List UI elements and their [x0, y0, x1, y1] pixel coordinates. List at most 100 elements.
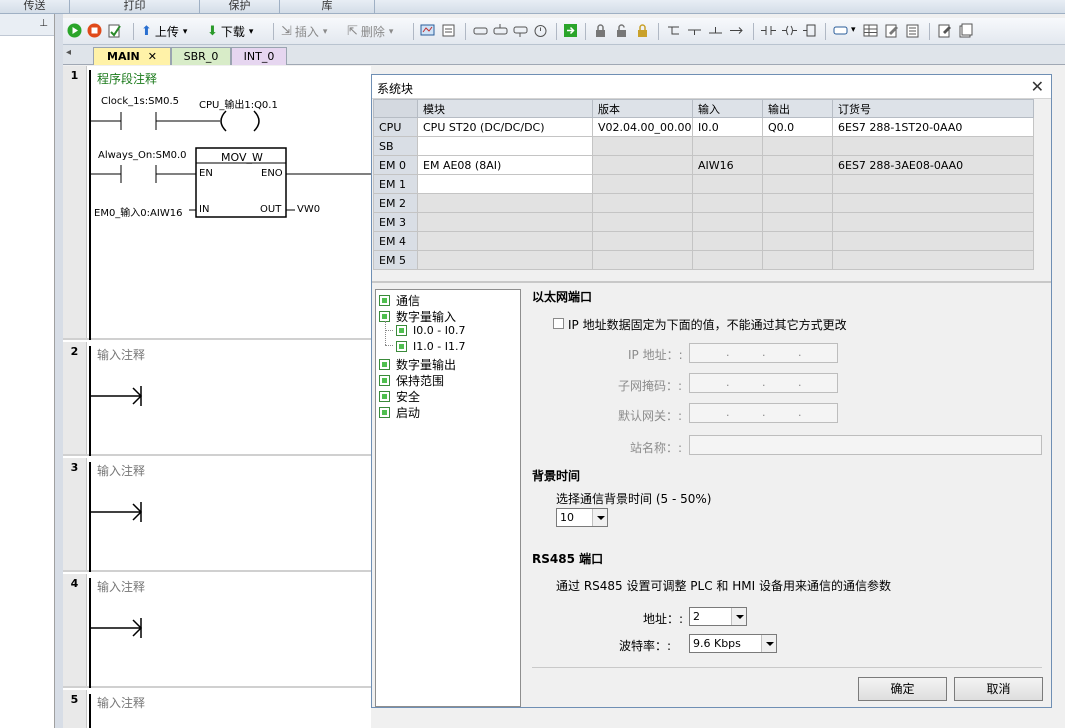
output-cell — [762, 155, 833, 175]
table-row[interactable]: CPU CPU ST20 (DC/DC/DC) V02.04.00_00.00.… — [373, 117, 1034, 137]
network-3[interactable]: 3 输入注释 — [63, 458, 371, 572]
network-comment[interactable]: 输入注释 — [97, 694, 145, 711]
rung-icon[interactable] — [473, 23, 488, 38]
delete-button[interactable]: ⇱ 删除 ▾ — [347, 22, 393, 41]
network-4[interactable]: 4 输入注释 — [63, 574, 371, 688]
run-icon[interactable] — [67, 23, 82, 38]
table-row[interactable]: EM 3 — [373, 212, 1034, 232]
tab-scroll-left-icon[interactable]: ◂ — [66, 47, 71, 58]
monitor-icon[interactable] — [420, 23, 435, 38]
baud-rate-select[interactable]: 9.6 Kbps — [689, 634, 777, 653]
table-row[interactable]: EM 5 — [373, 250, 1034, 270]
close-icon[interactable]: ✕ — [148, 50, 157, 63]
close-icon[interactable]: ✕ — [1031, 77, 1044, 96]
tree-node-icon — [396, 325, 407, 336]
table-row[interactable]: EM 1 — [373, 174, 1034, 194]
pou-icon[interactable] — [958, 23, 973, 38]
main-toolbar: ⬆ 上传 ▾ ⬇ 下载 ▾ ⇲ 插入 ▾ ⇱ 删除 ▾ ▾ — [63, 18, 1065, 45]
insert-button[interactable]: ⇲ 插入 ▾ — [281, 22, 327, 41]
network-5[interactable]: 5 输入注释 — [63, 690, 371, 728]
rung-up-icon[interactable] — [493, 23, 508, 38]
upload-button[interactable]: ⬆ 上传 ▾ — [141, 22, 187, 41]
order-cell — [832, 212, 1034, 232]
rung-down-icon[interactable] — [513, 23, 528, 38]
properties-icon[interactable] — [905, 23, 920, 38]
tree-item-startup[interactable]: 启动 — [379, 404, 420, 421]
password-icon[interactable] — [635, 23, 650, 38]
module-cell[interactable] — [417, 250, 593, 270]
gateway-field[interactable]: ... — [689, 403, 838, 423]
timer-icon[interactable] — [533, 23, 548, 38]
tab-sbr0[interactable]: SBR_0 — [171, 47, 231, 65]
background-time-select[interactable]: 10 — [556, 508, 608, 527]
status-chart-icon[interactable] — [441, 23, 456, 38]
output-cell — [762, 231, 833, 251]
tree-item-security[interactable]: 安全 — [379, 388, 420, 405]
table-row[interactable]: SB — [373, 136, 1034, 156]
ribbon-print[interactable]: 打印 — [70, 0, 200, 13]
ip-address-field[interactable]: ... — [689, 343, 838, 363]
table-row[interactable]: EM 4 — [373, 231, 1034, 251]
tree-item-di-range-0[interactable]: I0.0 - I0.7 — [396, 324, 465, 337]
ok-button[interactable]: 确定 — [858, 677, 947, 701]
chevron-down-icon[interactable]: ▾ — [851, 25, 856, 35]
edit-note-icon[interactable] — [884, 23, 899, 38]
tree-item-retentive[interactable]: 保持范围 — [379, 372, 444, 389]
branch-down-icon[interactable] — [666, 23, 681, 38]
download-button[interactable]: ⬇ 下载 ▾ — [207, 22, 253, 41]
coil-icon[interactable] — [782, 23, 797, 38]
project-tree-header: ⊥ — [0, 14, 54, 36]
ribbon-library[interactable]: 库 — [280, 0, 375, 13]
module-cell[interactable] — [417, 193, 593, 213]
compile-icon[interactable] — [107, 23, 122, 38]
input-cell — [692, 231, 763, 251]
ribbon-transfer[interactable]: 传送 — [0, 0, 70, 13]
module-cell[interactable] — [417, 231, 593, 251]
tab-main[interactable]: MAIN ✕ — [93, 47, 171, 65]
bookmark-icon[interactable] — [937, 23, 952, 38]
slot-label: EM 1 — [373, 174, 418, 194]
branch-line-up-icon[interactable] — [708, 23, 723, 38]
cancel-button[interactable]: 取消 — [954, 677, 1043, 701]
tree-item-digital-output[interactable]: 数字量输出 — [379, 356, 456, 373]
box-icon[interactable] — [803, 23, 818, 38]
line-right-icon[interactable] — [729, 23, 744, 38]
chevron-down-icon[interactable] — [592, 509, 607, 526]
module-cell[interactable] — [417, 212, 593, 232]
goto-icon[interactable] — [563, 23, 578, 38]
station-name-field[interactable] — [689, 435, 1042, 455]
module-cell[interactable] — [417, 136, 593, 156]
table-row[interactable]: EM 0 EM AE08 (8AI) AIW16 6ES7 288-3AE08-… — [373, 155, 1034, 175]
ribbon-protect[interactable]: 保护 — [200, 0, 280, 13]
branch-line-down-icon[interactable] — [687, 23, 702, 38]
lock-icon[interactable] — [593, 23, 608, 38]
comment-icon[interactable] — [833, 23, 848, 38]
unlock-icon[interactable] — [614, 23, 629, 38]
input-cell: AIW16 — [692, 155, 763, 175]
address-select[interactable]: 2 — [689, 607, 747, 626]
module-cell[interactable]: CPU ST20 (DC/DC/DC) — [417, 117, 593, 137]
contact-icon[interactable] — [761, 23, 776, 38]
symbol-table-icon[interactable] — [863, 23, 878, 38]
subnet-mask-field[interactable]: ... — [689, 373, 838, 393]
network-2[interactable]: 2 输入注释 — [63, 342, 371, 456]
module-cell[interactable] — [417, 174, 593, 194]
chevron-down-icon[interactable] — [731, 608, 746, 625]
ribbon-bar: 传送 打印 保护 库 — [0, 0, 1065, 14]
table-row[interactable]: EM 2 — [373, 193, 1034, 213]
pane-splitter[interactable] — [55, 14, 63, 728]
module-cell[interactable]: EM AE08 (8AI) — [417, 155, 593, 175]
tab-int0[interactable]: INT_0 — [231, 47, 287, 65]
power-rail — [89, 694, 91, 728]
ladder-editor[interactable]: 1 程序段注释 Clock_1s:SM0.5 CPU_输出1:Q0.1 Alwa… — [63, 66, 371, 728]
dialog-title-bar[interactable]: 系统块 ✕ — [372, 75, 1051, 99]
tree-item-digital-input[interactable]: 数字量输入 — [379, 308, 456, 325]
pin-icon[interactable]: ⊥ — [39, 18, 48, 29]
tree-item-communication[interactable]: 通信 — [379, 292, 420, 309]
fixed-ip-checkbox[interactable] — [553, 318, 564, 329]
tree-item-di-range-1[interactable]: I1.0 - I1.7 — [396, 340, 465, 353]
slot-label: SB — [373, 136, 418, 156]
network-1[interactable]: 1 程序段注释 Clock_1s:SM0.5 CPU_输出1:Q0.1 Alwa… — [63, 66, 371, 340]
chevron-down-icon[interactable] — [761, 635, 776, 652]
stop-icon[interactable] — [87, 23, 102, 38]
